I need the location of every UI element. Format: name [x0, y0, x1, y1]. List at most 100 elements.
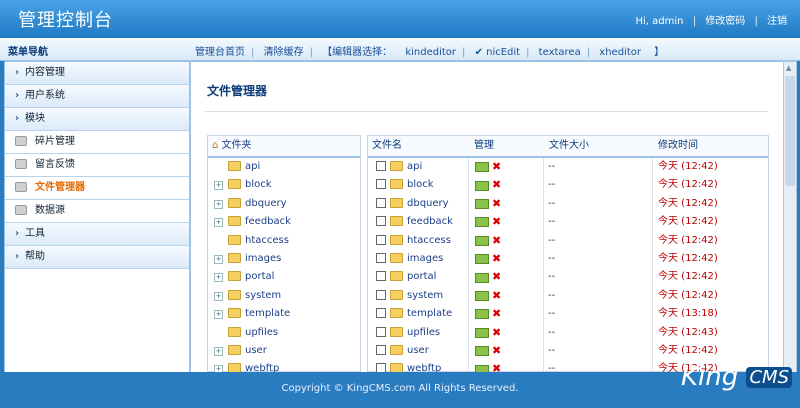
menu-title: 菜单导航: [8, 47, 48, 58]
expand-icon[interactable]: +: [214, 310, 223, 320]
folder-label[interactable]: htaccess: [245, 235, 289, 246]
folder-label[interactable]: system: [245, 290, 281, 301]
row-checkbox[interactable]: [376, 216, 386, 227]
row-checkbox[interactable]: [376, 179, 386, 190]
sidebar-item-modules[interactable]: › 模块: [5, 108, 189, 131]
rename-icon[interactable]: [475, 162, 489, 173]
folder-label[interactable]: upfiles: [245, 327, 278, 338]
expand-icon[interactable]: +: [214, 218, 223, 228]
expand-icon[interactable]: +: [214, 254, 223, 264]
size-cell: --: [548, 161, 556, 172]
rename-icon[interactable]: [475, 272, 489, 283]
delete-icon[interactable]: ✖: [492, 268, 501, 286]
delete-icon[interactable]: ✖: [492, 342, 501, 360]
rename-icon[interactable]: [475, 235, 489, 246]
change-password-link[interactable]: 修改密码: [705, 16, 745, 27]
folder-icon: [390, 289, 403, 300]
delete-icon[interactable]: ✖: [492, 213, 501, 231]
rename-icon[interactable]: [475, 309, 489, 320]
scroll-up-icon[interactable]: ▲: [786, 64, 791, 72]
sidebar-item-file-manager[interactable]: 文件管理器: [5, 177, 189, 200]
time-cell: 今天 (13:18): [658, 308, 718, 320]
sidebar-item-datasource[interactable]: 数据源: [5, 200, 189, 223]
folder-label[interactable]: feedback: [245, 216, 291, 227]
file-link[interactable]: htaccess: [407, 235, 451, 246]
rename-icon[interactable]: [475, 346, 489, 357]
file-link[interactable]: upfiles: [407, 327, 440, 338]
sidebar-item-tools[interactable]: › 工具: [5, 223, 189, 246]
row-checkbox[interactable]: [376, 234, 386, 245]
tree-row[interactable]: + dbquery: [208, 195, 360, 213]
expand-icon[interactable]: +: [214, 273, 223, 283]
scrollbar[interactable]: ▲: [783, 61, 797, 373]
sidebar-item-content[interactable]: › 内容管理: [5, 62, 189, 85]
tree-row[interactable]: + user: [208, 342, 360, 360]
tree-row[interactable]: + feedback: [208, 213, 360, 231]
folder-icon: [390, 252, 403, 263]
tree-row[interactable]: htaccess: [208, 232, 360, 250]
clear-cache-link[interactable]: 清除缓存: [264, 47, 304, 58]
row-checkbox[interactable]: [376, 161, 386, 171]
file-link[interactable]: template: [407, 308, 452, 319]
row-checkbox[interactable]: [376, 197, 386, 208]
file-link[interactable]: portal: [407, 271, 436, 282]
tree-row[interactable]: + images: [208, 250, 360, 268]
rename-icon[interactable]: [475, 327, 489, 338]
sidebar-item-help[interactable]: › 帮助: [5, 246, 189, 269]
folder-label[interactable]: block: [245, 179, 272, 190]
chevron-right-icon: ›: [15, 90, 20, 101]
expand-icon[interactable]: +: [214, 291, 223, 301]
tree-row[interactable]: upfiles: [208, 324, 360, 342]
rename-icon[interactable]: [475, 180, 489, 191]
folder-label[interactable]: api: [245, 161, 260, 172]
expand-icon[interactable]: +: [214, 346, 223, 356]
folder-label[interactable]: portal: [245, 271, 274, 282]
rename-icon[interactable]: [475, 217, 489, 228]
file-link[interactable]: feedback: [407, 216, 453, 227]
tree-row[interactable]: api: [208, 158, 360, 176]
row-checkbox[interactable]: [376, 308, 386, 319]
editor-textarea[interactable]: textarea: [539, 47, 581, 58]
file-link[interactable]: block: [407, 179, 434, 190]
home-link[interactable]: 管理台首页: [195, 47, 245, 58]
editor-kindeditor[interactable]: kindeditor: [405, 47, 456, 58]
folder-label[interactable]: dbquery: [245, 198, 287, 209]
delete-icon[interactable]: ✖: [492, 158, 501, 176]
delete-icon[interactable]: ✖: [492, 195, 501, 213]
tree-row[interactable]: + portal: [208, 268, 360, 286]
row-checkbox[interactable]: [376, 289, 386, 300]
folder-label[interactable]: template: [245, 308, 290, 319]
delete-icon[interactable]: ✖: [492, 232, 501, 250]
sidebar-item-fragments[interactable]: 碎片管理: [5, 131, 189, 154]
tree-row[interactable]: + block: [208, 176, 360, 194]
file-link[interactable]: system: [407, 290, 443, 301]
expand-icon[interactable]: +: [214, 181, 223, 191]
expand-icon[interactable]: +: [214, 199, 223, 209]
rename-icon[interactable]: [475, 198, 489, 209]
folder-label[interactable]: images: [245, 253, 281, 264]
file-link[interactable]: user: [407, 345, 429, 356]
tree-row[interactable]: + system: [208, 287, 360, 305]
rename-icon[interactable]: [475, 254, 489, 265]
row-checkbox[interactable]: [376, 326, 386, 337]
sidebar-item-feedback[interactable]: 留言反馈: [5, 154, 189, 177]
logout-link[interactable]: 注销: [767, 16, 787, 27]
file-link[interactable]: images: [407, 253, 443, 264]
file-link[interactable]: dbquery: [407, 198, 449, 209]
folder-label[interactable]: user: [245, 345, 267, 356]
rename-icon[interactable]: [475, 290, 489, 301]
delete-icon[interactable]: ✖: [492, 305, 501, 323]
delete-icon[interactable]: ✖: [492, 176, 501, 194]
delete-icon[interactable]: ✖: [492, 287, 501, 305]
row-checkbox[interactable]: [376, 271, 386, 282]
row-checkbox[interactable]: [376, 344, 386, 355]
delete-icon[interactable]: ✖: [492, 324, 501, 342]
editor-nicedit[interactable]: ✔ nicEdit: [475, 47, 521, 58]
sidebar-item-users[interactable]: › 用户系统: [5, 85, 189, 108]
row-checkbox[interactable]: [376, 252, 386, 263]
file-link[interactable]: api: [407, 161, 422, 172]
tree-row[interactable]: + template: [208, 305, 360, 323]
delete-icon[interactable]: ✖: [492, 250, 501, 268]
scroll-thumb[interactable]: [785, 76, 795, 186]
editor-xheditor[interactable]: xheditor: [599, 47, 641, 58]
